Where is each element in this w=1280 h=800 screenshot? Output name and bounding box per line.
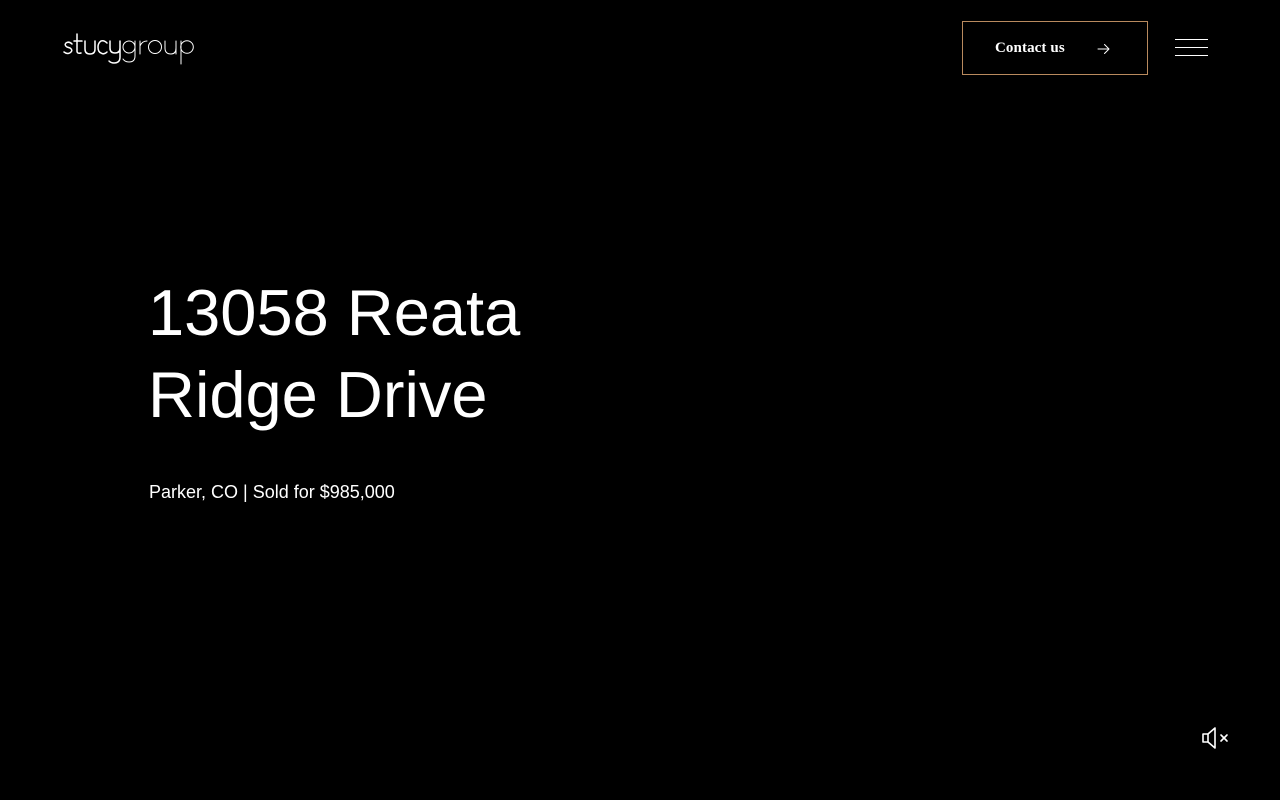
stucygroup-logo-icon xyxy=(63,33,194,65)
menu-line xyxy=(1175,47,1208,48)
mute-button[interactable] xyxy=(1200,724,1234,752)
property-address-title: 13058 Reata Ridge Drive xyxy=(148,272,608,436)
logo[interactable] xyxy=(63,30,197,68)
property-location-price: Parker, CO | Sold for $985,000 xyxy=(149,482,395,502)
contact-us-button[interactable]: Contact us xyxy=(962,21,1148,75)
title-line-2: Ridge Drive xyxy=(148,358,488,431)
speaker-muted-icon xyxy=(1202,727,1228,749)
menu-line xyxy=(1175,55,1208,56)
title-line-1: 13058 Reata xyxy=(148,276,521,349)
menu-line xyxy=(1175,39,1208,40)
hamburger-menu-icon[interactable] xyxy=(1175,36,1209,60)
contact-us-label: Contact us xyxy=(995,39,1065,56)
arrow-right-icon xyxy=(1097,44,1110,54)
